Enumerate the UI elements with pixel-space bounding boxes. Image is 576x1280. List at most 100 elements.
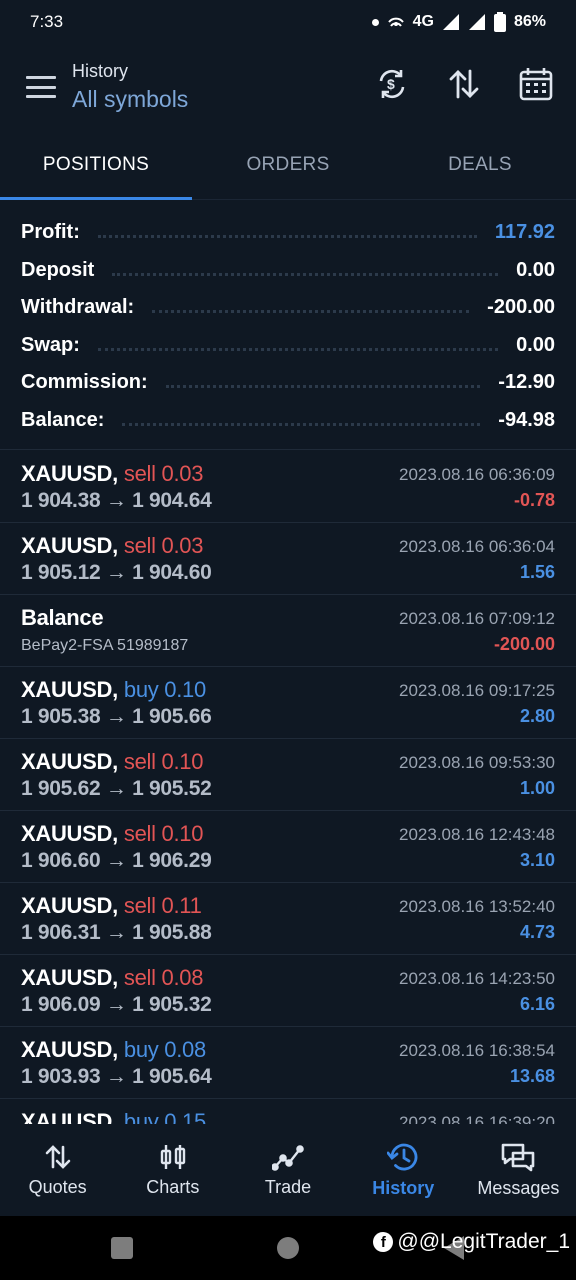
nav-trade[interactable]: Trade xyxy=(230,1124,345,1216)
nav-history[interactable]: History xyxy=(346,1124,461,1216)
open-close-prices: 1 906.09 → 1 905.32 xyxy=(21,993,212,1016)
row-profit: 1.56 xyxy=(519,562,555,582)
nav-charts[interactable]: Charts xyxy=(115,1124,230,1216)
row-timestamp: 2023.08.16 16:39:20 xyxy=(399,1113,555,1124)
dotted-leader xyxy=(97,235,477,239)
trade-side-volume: sell 0.03 xyxy=(123,533,204,558)
position-row[interactable]: XAUUSD, sell 0.03 1 905.12 → 1 904.60 2023.… xyxy=(0,523,576,595)
position-row[interactable]: XAUUSD, sell 0.11 1 906.31 → 1 905.88 2023.… xyxy=(0,883,576,955)
position-row[interactable]: XAUUSD, buy 0.10 1 905.38 → 1 905.66 2023.0… xyxy=(0,667,576,739)
nav-quotes[interactable]: Quotes xyxy=(0,1124,115,1216)
symbol-name: XAUUSD, xyxy=(21,533,118,558)
open-close-prices: 1 906.31 → 1 905.88 xyxy=(21,921,212,944)
position-row[interactable]: XAUUSD, sell 0.10 1 905.62 → 1 905.52 2023.… xyxy=(0,739,576,811)
recents-button[interactable] xyxy=(111,1237,133,1259)
summary-row-deposit: Deposit 0.00 xyxy=(21,252,555,290)
dotted-leader xyxy=(122,422,481,426)
symbol-name: XAUUSD, xyxy=(21,1109,118,1124)
nav-label: Charts xyxy=(146,1176,200,1197)
status-time: 7:33 xyxy=(30,12,64,31)
title-block[interactable]: History All symbols xyxy=(72,61,188,113)
row-profit: 4.73 xyxy=(519,922,555,942)
tab-orders[interactable]: ORDERS xyxy=(192,130,384,199)
calendar-icon[interactable] xyxy=(514,62,558,106)
position-row[interactable]: XAUUSD, sell 0.08 1 906.09 → 1 905.32 2023.… xyxy=(0,955,576,1027)
row-profit: 6.16 xyxy=(519,994,555,1014)
symbol-name: XAUUSD, xyxy=(21,821,118,846)
symbol-name: XAUUSD, xyxy=(21,461,118,486)
summary-label: Commission: xyxy=(21,371,148,394)
row-timestamp: 2023.08.16 06:36:04 xyxy=(399,537,555,556)
appbar-actions: $ xyxy=(370,62,558,106)
summary-value: -200.00 xyxy=(487,296,555,319)
tab-deals[interactable]: DEALS xyxy=(384,130,576,199)
summary-value: 117.92 xyxy=(494,221,555,244)
position-row[interactable]: XAUUSD, buy 0.08 1 903.93 → 1 905.64 2023.0… xyxy=(0,1027,576,1099)
messages-icon xyxy=(502,1143,535,1171)
trade-side-volume: sell 0.11 xyxy=(123,893,202,918)
status-indicators: 4G 86% xyxy=(371,12,546,32)
row-timestamp: 2023.08.16 16:38:54 xyxy=(399,1041,555,1060)
app-bar: History All symbols $ xyxy=(0,44,576,130)
svg-text:$: $ xyxy=(387,76,395,92)
row-profit: 3.10 xyxy=(519,850,555,870)
history-icon xyxy=(387,1143,418,1170)
row-profit: -0.78 xyxy=(513,490,555,510)
summary-value: -94.98 xyxy=(498,408,555,431)
trade-side-volume: buy 0.08 xyxy=(123,1037,206,1062)
symbol-name: XAUUSD, xyxy=(21,749,118,774)
symbol-name: XAUUSD, xyxy=(21,893,118,918)
signal-icon-2 xyxy=(468,14,485,30)
row-profit: 2.80 xyxy=(519,706,555,726)
trade-side-volume: sell 0.10 xyxy=(123,821,204,846)
nav-messages[interactable]: Messages xyxy=(461,1124,576,1216)
row-timestamp: 2023.08.16 06:36:09 xyxy=(399,465,555,484)
trade-side-volume: sell 0.08 xyxy=(123,965,204,990)
position-row[interactable]: XAUUSD, buy 0.15 2023.08.16 16:39:20 xyxy=(0,1099,576,1124)
row-timestamp: 2023.08.16 07:09:12 xyxy=(399,609,555,628)
summary-row-commission: Commission: -12.90 xyxy=(21,364,555,402)
tab-positions[interactable]: POSITIONS xyxy=(0,130,192,199)
summary-label: Withdrawal: xyxy=(21,296,135,319)
open-close-prices: 1 906.60 → 1 906.29 xyxy=(21,849,212,872)
home-button[interactable] xyxy=(277,1237,299,1259)
row-profit: 13.68 xyxy=(509,1066,555,1086)
position-row[interactable]: XAUUSD, sell 0.10 1 906.60 → 1 906.29 2023.… xyxy=(0,811,576,883)
row-timestamp: 2023.08.16 14:23:50 xyxy=(399,969,555,988)
summary-value: 0.00 xyxy=(516,333,555,356)
history-tabs: POSITIONS ORDERS DEALS xyxy=(0,130,576,200)
nav-label: Trade xyxy=(264,1176,312,1197)
network-type: 4G xyxy=(412,13,434,30)
battery-level: 86% xyxy=(513,13,546,30)
open-close-prices: 1 903.93 → 1 905.64 xyxy=(21,1065,212,1088)
watermark-text: @@LegitTrader_1 xyxy=(397,1230,570,1253)
row-timestamp: 2023.08.16 09:53:30 xyxy=(399,753,555,772)
balance-comment: BePay2-FSA 51989187 xyxy=(21,637,189,654)
hamburger-menu-icon[interactable] xyxy=(26,76,56,98)
bottom-navigation: Quotes Charts Trade History Messages xyxy=(0,1124,576,1216)
quotes-icon xyxy=(45,1144,70,1169)
row-timestamp: 2023.08.16 12:43:48 xyxy=(399,825,555,844)
account-summary: Profit: 117.92 Deposit 0.00 Withdrawal: … xyxy=(0,200,576,450)
positions-list[interactable]: XAUUSD, sell 0.03 1 904.38 → 1 904.64 2023.… xyxy=(0,451,576,1124)
row-profit: 1.00 xyxy=(519,778,555,798)
summary-row-balance: Balance: -94.98 xyxy=(21,402,555,440)
trade-side-volume: sell 0.10 xyxy=(123,749,204,774)
summary-row-withdrawal: Withdrawal: -200.00 xyxy=(21,289,555,327)
open-close-prices: 1 904.38 → 1 904.64 xyxy=(21,489,212,512)
status-bar: 7:33 4G 86% xyxy=(0,0,576,44)
symbol-filter[interactable]: All symbols xyxy=(72,86,188,113)
summary-label: Profit: xyxy=(21,221,80,244)
currency-exchange-icon[interactable]: $ xyxy=(370,62,414,106)
trade-icon xyxy=(272,1144,304,1171)
row-profit: -200.00 xyxy=(493,634,555,654)
sort-icon[interactable] xyxy=(442,62,486,106)
balance-row[interactable]: Balance BePay2-FSA 51989187 2023.08.16 07:… xyxy=(0,595,576,667)
watermark: f @@LegitTrader_1 xyxy=(373,1230,570,1254)
facebook-icon: f xyxy=(373,1232,394,1252)
charts-icon xyxy=(160,1144,185,1169)
trade-side-volume: buy 0.15 xyxy=(123,1109,206,1124)
battery-icon xyxy=(493,12,506,32)
signal-icon xyxy=(442,14,459,30)
position-row[interactable]: XAUUSD, sell 0.03 1 904.38 → 1 904.64 2023.… xyxy=(0,451,576,523)
